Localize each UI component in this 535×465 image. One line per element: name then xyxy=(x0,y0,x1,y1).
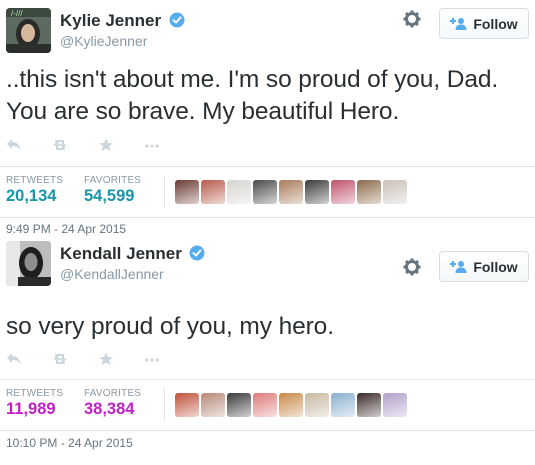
star-icon xyxy=(99,138,113,152)
reply-icon xyxy=(7,139,21,151)
retweets-stat[interactable]: RETWEETS 20,134 xyxy=(6,175,63,206)
favoriter-avatar[interactable] xyxy=(383,393,407,417)
display-name[interactable]: Kylie Jenner xyxy=(60,11,161,30)
tweet: Kendall Jenner @KendallJenner Follow so … xyxy=(0,233,535,465)
favorite-button[interactable] xyxy=(98,352,144,368)
favorites-count: 54,599 xyxy=(84,187,135,205)
favoriter-avatar[interactable] xyxy=(331,180,355,204)
retweet-icon xyxy=(53,354,67,364)
favoriter-avatar[interactable] xyxy=(201,180,225,204)
gear-icon[interactable] xyxy=(403,10,421,28)
user-info: Kendall Jenner @KendallJenner xyxy=(60,243,205,283)
favoriter-avatar[interactable] xyxy=(357,393,381,417)
favoriter-avatars xyxy=(175,180,407,204)
favoriter-avatar[interactable] xyxy=(227,180,251,204)
more-button[interactable] xyxy=(144,138,190,154)
favoriter-avatar[interactable] xyxy=(357,180,381,204)
stats-divider xyxy=(164,389,165,421)
verified-badge-icon xyxy=(169,12,185,28)
favorites-label: FAVORITES xyxy=(84,175,142,186)
add-user-icon xyxy=(450,260,467,273)
verified-badge-icon xyxy=(189,245,205,261)
avatar[interactable] xyxy=(6,241,51,286)
more-button[interactable] xyxy=(144,352,190,368)
handle[interactable]: @KendallJenner xyxy=(60,266,205,283)
tweet: /-/// Kylie Jenner @KylieJenner Follow .… xyxy=(0,0,535,236)
follow-label: Follow xyxy=(473,15,518,32)
favorites-label: FAVORITES xyxy=(84,388,142,399)
favoriter-avatar[interactable] xyxy=(279,180,303,204)
more-dots-icon xyxy=(145,144,159,148)
favoriter-avatar[interactable] xyxy=(305,393,329,417)
more-dots-icon xyxy=(145,358,159,362)
favorites-stat[interactable]: FAVORITES 38,384 xyxy=(84,388,141,419)
favoriter-avatars xyxy=(175,393,407,417)
retweet-icon xyxy=(53,140,67,150)
favoriter-avatar[interactable] xyxy=(227,393,251,417)
reply-button[interactable] xyxy=(6,352,52,368)
retweets-count: 20,134 xyxy=(6,187,57,205)
retweets-label: RETWEETS xyxy=(6,388,64,399)
tweet-actions xyxy=(6,352,190,368)
timestamp[interactable]: 10:10 PM - 24 Apr 2015 xyxy=(6,436,133,450)
gear-icon[interactable] xyxy=(403,258,421,276)
display-name-row: Kylie Jenner xyxy=(60,10,185,32)
tweet-stats: RETWEETS 11,989 FAVORITES 38,384 xyxy=(0,379,535,431)
favoriter-avatar[interactable] xyxy=(279,393,303,417)
add-user-icon xyxy=(450,17,467,30)
stats-divider xyxy=(164,176,165,208)
svg-text:/-///: /-/// xyxy=(11,9,23,18)
display-name[interactable]: Kendall Jenner xyxy=(60,244,182,263)
follow-button[interactable]: Follow xyxy=(439,251,529,282)
favoriter-avatar[interactable] xyxy=(331,393,355,417)
favorites-count: 38,384 xyxy=(84,400,135,418)
favorite-button[interactable] xyxy=(98,138,144,154)
favoriter-avatar[interactable] xyxy=(175,393,199,417)
retweets-count: 11,989 xyxy=(6,400,56,418)
reply-icon xyxy=(7,353,21,365)
star-icon xyxy=(99,352,113,366)
favoriter-avatar[interactable] xyxy=(253,180,277,204)
tweet-text: so very proud of you, my hero. xyxy=(6,313,334,340)
follow-button[interactable]: Follow xyxy=(439,8,529,39)
avatar[interactable]: /-/// xyxy=(6,8,51,53)
favoriter-avatar[interactable] xyxy=(383,180,407,204)
tweet-stats: RETWEETS 20,134 FAVORITES 54,599 xyxy=(0,166,535,218)
user-info: Kylie Jenner @KylieJenner xyxy=(60,10,185,50)
reply-button[interactable] xyxy=(6,138,52,154)
retweet-button[interactable] xyxy=(52,352,98,368)
retweets-stat[interactable]: RETWEETS 11,989 xyxy=(6,388,63,419)
favoriter-avatar[interactable] xyxy=(201,393,225,417)
favoriter-avatar[interactable] xyxy=(175,180,199,204)
tweet-text: ..this isn't about me. I'm so proud of y… xyxy=(6,66,499,125)
retweet-button[interactable] xyxy=(52,138,98,154)
favoriter-avatar[interactable] xyxy=(253,393,277,417)
follow-label: Follow xyxy=(473,258,518,275)
retweets-label: RETWEETS xyxy=(6,175,64,186)
display-name-row: Kendall Jenner xyxy=(60,243,205,265)
handle[interactable]: @KylieJenner xyxy=(60,33,185,50)
tweet-actions xyxy=(6,138,190,154)
favoriter-avatar[interactable] xyxy=(305,180,329,204)
favorites-stat[interactable]: FAVORITES 54,599 xyxy=(84,175,141,206)
